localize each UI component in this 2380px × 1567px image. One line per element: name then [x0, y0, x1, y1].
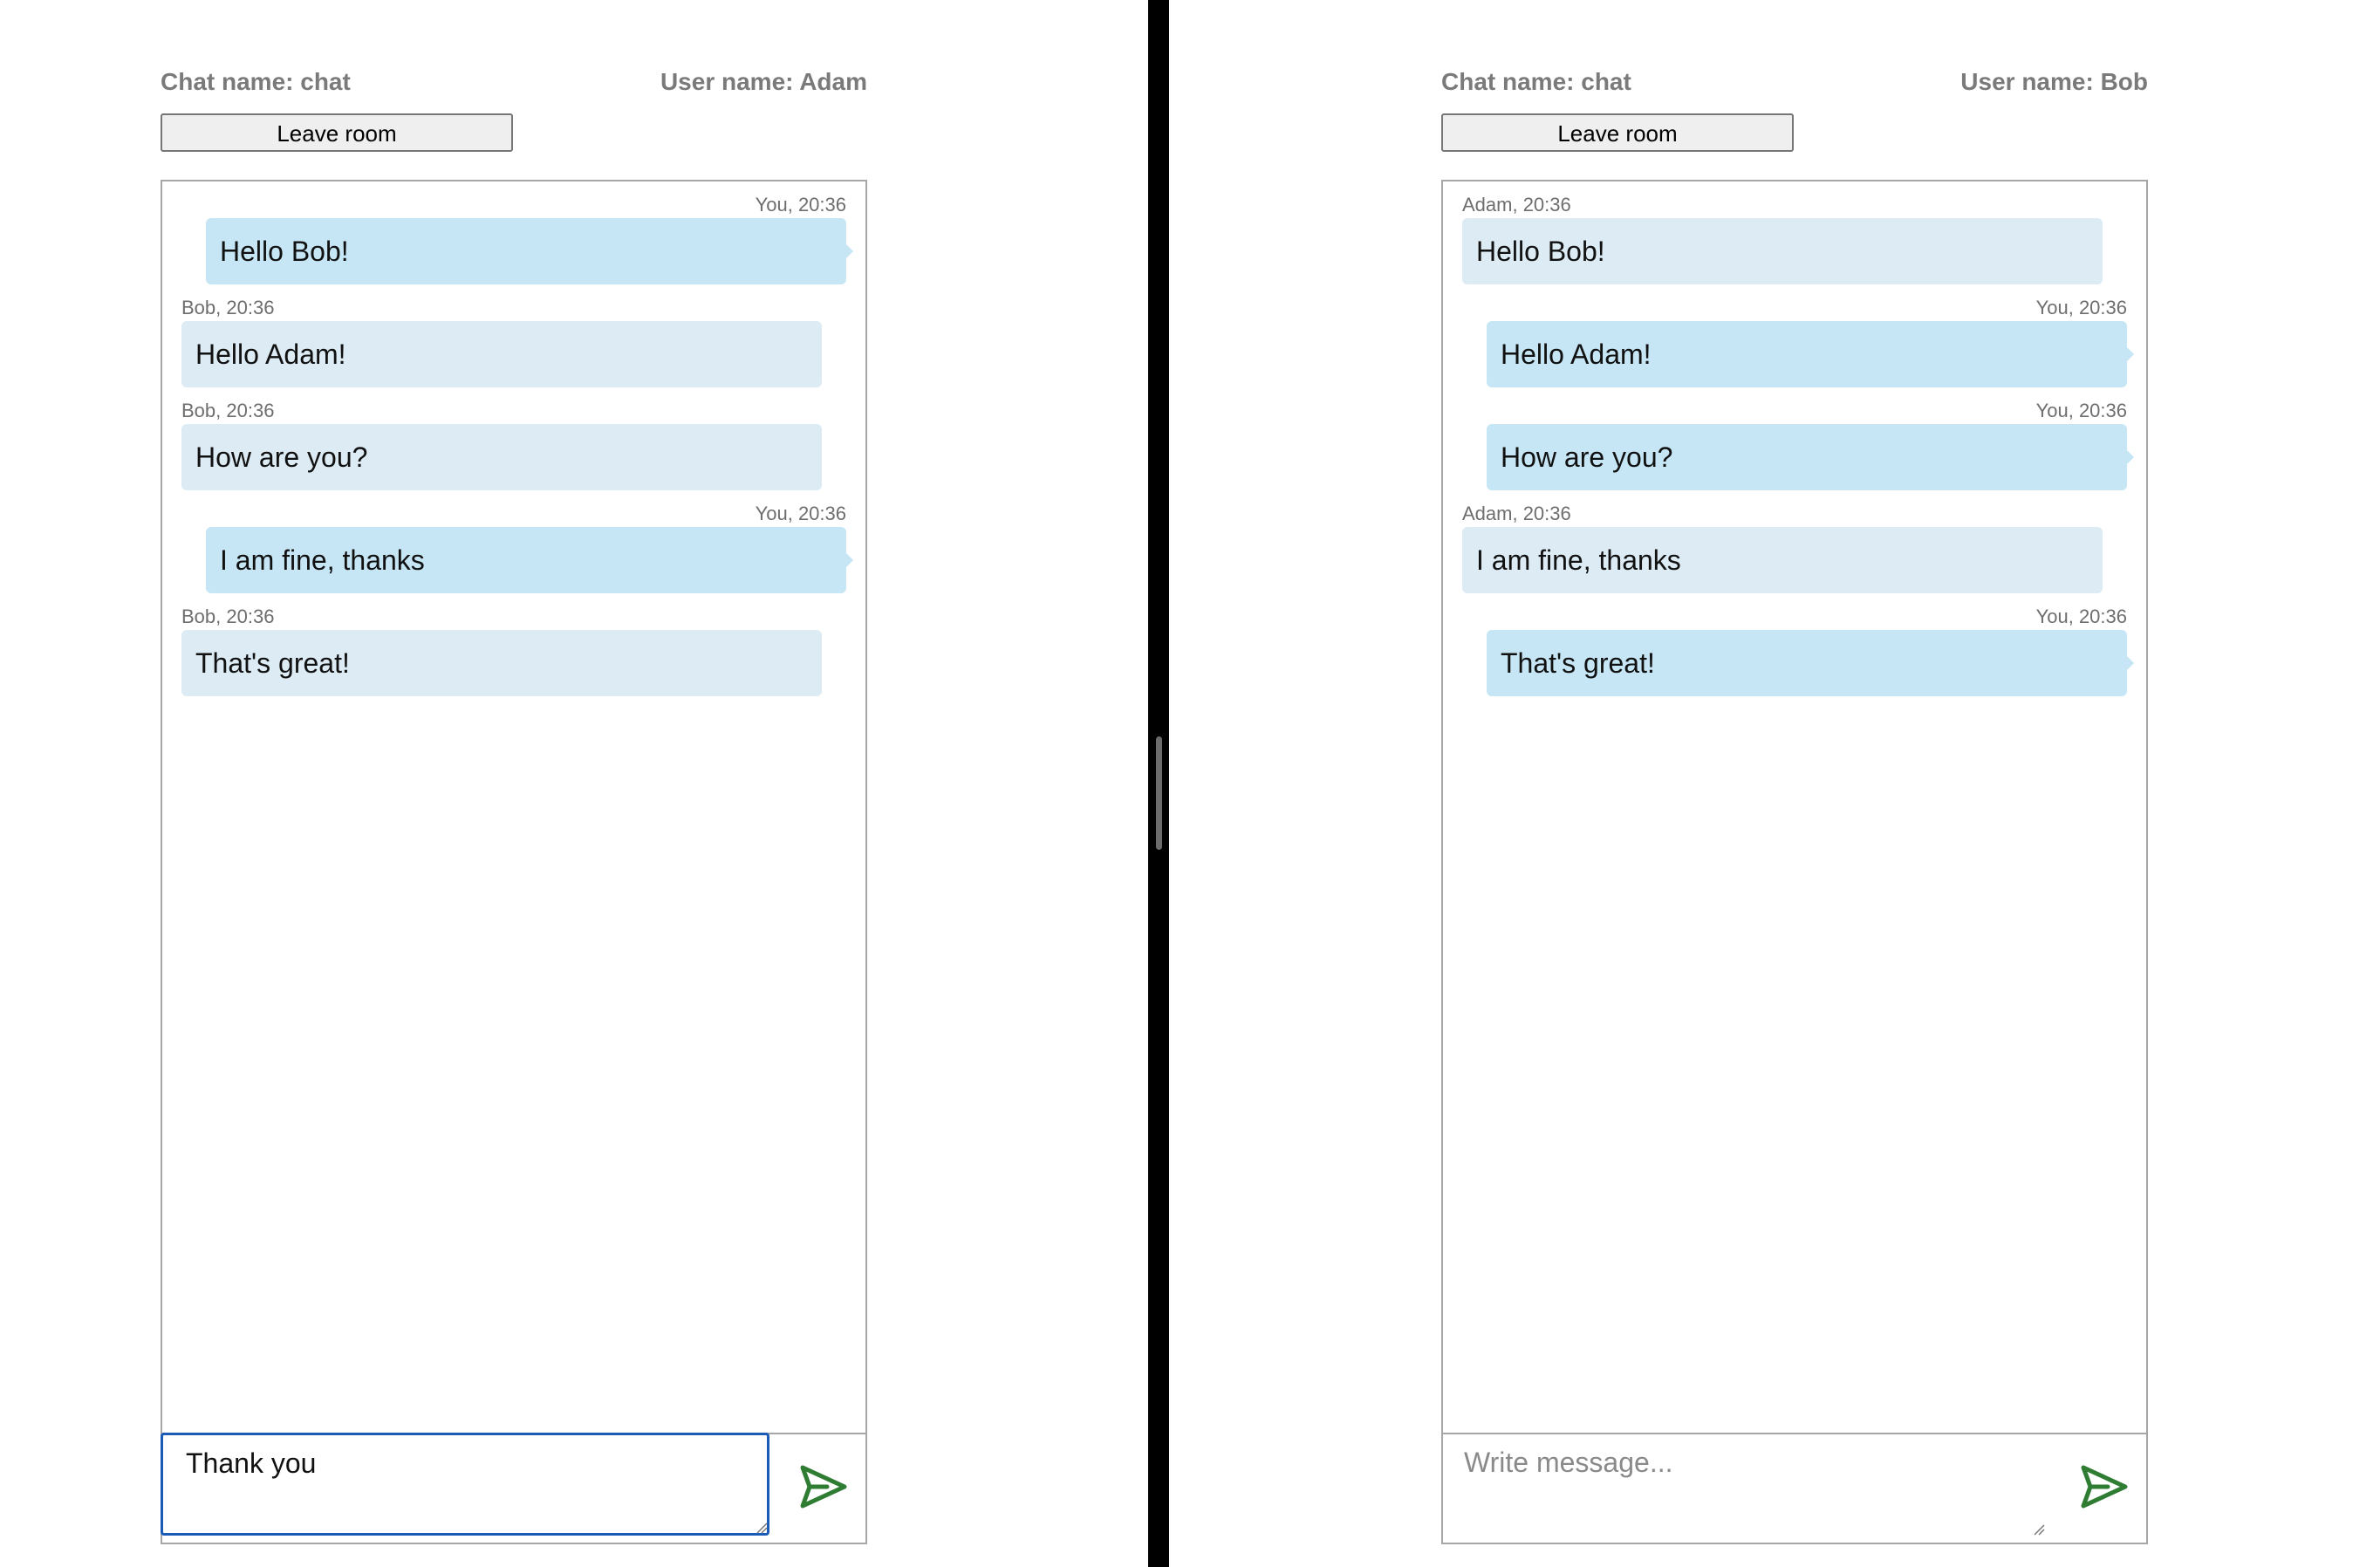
message-meta: You, 20:36: [755, 194, 846, 216]
chat-header: Chat name: chat User name: Adam: [161, 61, 867, 99]
message-bubble: Hello Bob!: [1462, 218, 2103, 284]
message-item: You, 20:36 Hello Adam!: [1443, 284, 2146, 387]
message-item: Bob, 20:36 That's great!: [162, 593, 865, 696]
message-bubble: I am fine, thanks: [1462, 527, 2103, 593]
message-bubble: How are you?: [181, 424, 822, 490]
message-bubble: How are you?: [1487, 424, 2134, 490]
message-meta: Bob, 20:36: [181, 400, 275, 421]
leave-room-button[interactable]: Leave room: [161, 113, 513, 152]
message-item: You, 20:36 Hello Bob!: [162, 181, 865, 284]
chat-header: Chat name: chat User name: Bob: [1441, 61, 2148, 99]
message-item: Adam, 20:36 Hello Bob!: [1443, 181, 2146, 284]
chat-app: Chat name: chat User name: Bob Leave roo…: [1441, 61, 2148, 1544]
chat-box: Adam, 20:36 Hello Bob! You, 20:36 Hello …: [1441, 180, 2148, 1544]
message-item: You, 20:36 I am fine, thanks: [162, 490, 865, 593]
split-divider-handle[interactable]: [1156, 736, 1162, 850]
message-item: You, 20:36 How are you?: [1443, 387, 2146, 490]
send-icon: [2081, 1465, 2128, 1509]
message-list[interactable]: Adam, 20:36 Hello Bob! You, 20:36 Hello …: [1443, 181, 2146, 1434]
send-button[interactable]: [797, 1461, 850, 1513]
send-button[interactable]: [2078, 1461, 2130, 1513]
message-list[interactable]: You, 20:36 Hello Bob! Bob, 20:36 Hello A…: [162, 181, 865, 1434]
message-meta: Adam, 20:36: [1462, 503, 1571, 524]
send-icon: [800, 1465, 847, 1509]
message-composer: [161, 1433, 867, 1544]
leave-room-button[interactable]: Leave room: [1441, 113, 1794, 152]
user-name-label: User name: Bob: [1960, 68, 2148, 95]
message-composer: [1441, 1433, 2148, 1544]
message-item: You, 20:36 That's great!: [1443, 593, 2146, 696]
chat-name-label: Chat name: chat: [1441, 68, 1631, 95]
user-name-label: User name: Adam: [660, 68, 867, 95]
message-bubble: Hello Bob!: [206, 218, 853, 284]
message-bubble: That's great!: [181, 630, 822, 696]
chat-window-bob: Chat name: chat User name: Bob Leave roo…: [1169, 0, 2380, 1567]
message-meta: You, 20:36: [755, 503, 846, 524]
message-meta: You, 20:36: [2035, 297, 2127, 318]
message-item: Bob, 20:36 Hello Adam!: [162, 284, 865, 387]
message-meta: Bob, 20:36: [181, 606, 275, 627]
message-meta: Adam, 20:36: [1462, 194, 1571, 216]
chat-window-adam: Chat name: chat User name: Adam Leave ro…: [0, 0, 1148, 1567]
chat-name-label: Chat name: chat: [161, 68, 351, 95]
message-item: Bob, 20:36 How are you?: [162, 387, 865, 490]
message-bubble: That's great!: [1487, 630, 2134, 696]
message-input[interactable]: [1441, 1434, 2050, 1537]
message-bubble: Hello Adam!: [1487, 321, 2134, 387]
message-input[interactable]: [161, 1433, 769, 1536]
message-meta: You, 20:36: [2035, 606, 2127, 627]
message-bubble: I am fine, thanks: [206, 527, 853, 593]
message-item: Adam, 20:36 I am fine, thanks: [1443, 490, 2146, 593]
chat-box: You, 20:36 Hello Bob! Bob, 20:36 Hello A…: [161, 180, 867, 1544]
chat-app: Chat name: chat User name: Adam Leave ro…: [161, 61, 867, 1544]
message-bubble: Hello Adam!: [181, 321, 822, 387]
message-meta: Bob, 20:36: [181, 297, 275, 318]
message-meta: You, 20:36: [2035, 400, 2127, 421]
